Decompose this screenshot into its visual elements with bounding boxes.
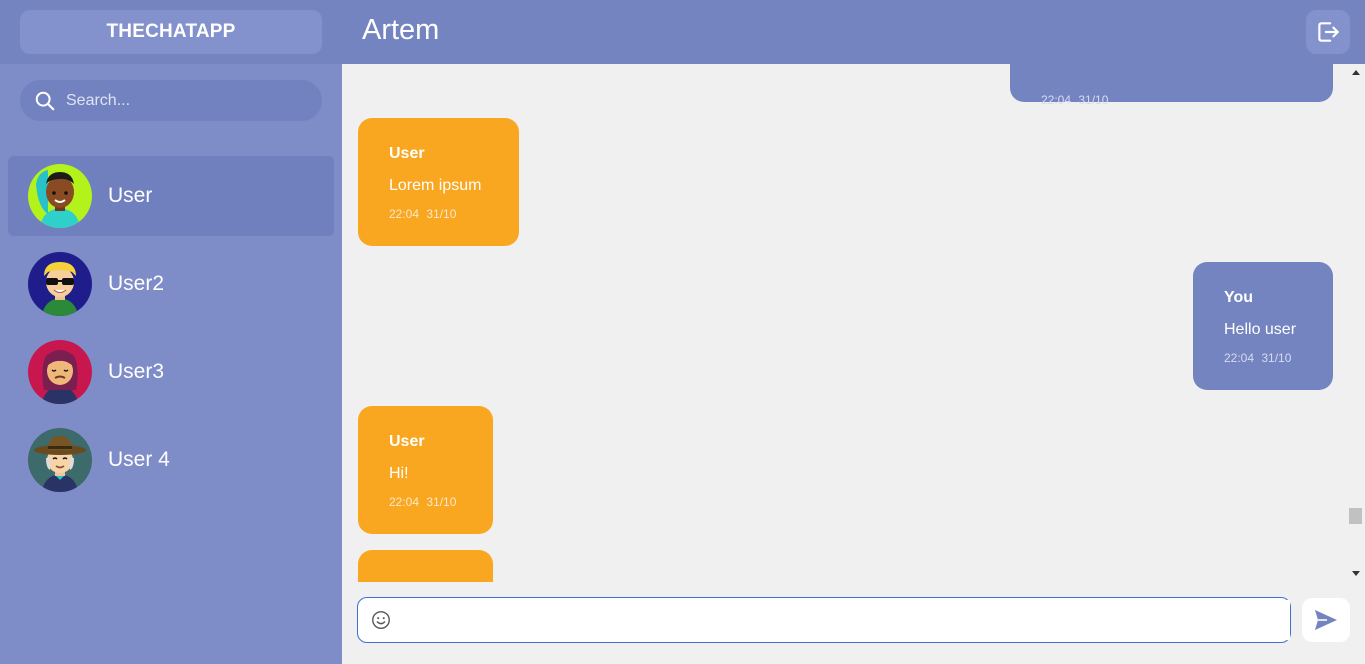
message-text: Hi! <box>389 465 409 482</box>
scroll-thumb[interactable] <box>1349 508 1362 524</box>
message-bubble-incoming <box>358 550 493 582</box>
contact-name: User2 <box>108 272 165 295</box>
message-input[interactable] <box>402 600 1290 640</box>
message-time: 22:04 31/10 <box>389 207 457 221</box>
contact-item-user2[interactable]: User2 <box>8 244 334 324</box>
message-bubble-incoming: User Lorem ipsum 22:04 31/10 <box>358 118 519 246</box>
contact-name: User <box>108 184 153 207</box>
avatar <box>28 252 92 316</box>
contact-name: User3 <box>108 360 165 383</box>
message-author: User <box>389 145 425 162</box>
sidebar-header: THECHATAPP <box>0 0 342 64</box>
logout-button[interactable] <box>1306 10 1350 54</box>
message-text: Hello user <box>1224 321 1297 338</box>
send-button[interactable] <box>1302 598 1350 642</box>
message-author: User <box>389 433 425 450</box>
message-composer <box>342 582 1365 664</box>
search-input[interactable] <box>66 91 306 110</box>
emoji-icon[interactable] <box>370 609 392 631</box>
contact-item-user[interactable]: User <box>8 156 334 236</box>
message-author: You <box>1224 289 1254 306</box>
send-icon <box>1315 610 1337 630</box>
message-bubble-incoming: User Hi! 22:04 31/10 <box>358 406 493 534</box>
contact-name: User 4 <box>108 448 170 471</box>
logout-icon <box>1318 22 1339 42</box>
sidebar: THECHATAPP User <box>0 0 342 664</box>
avatar <box>28 428 92 492</box>
chat-header: Artem <box>342 0 1365 64</box>
message-time: 22:04 31/10 <box>1224 351 1292 365</box>
message-scrollbar[interactable] <box>1348 64 1365 582</box>
message-input-box[interactable] <box>357 597 1291 643</box>
search-bar[interactable] <box>20 80 322 121</box>
contact-item-user-4[interactable]: User 4 <box>8 420 334 500</box>
message-list[interactable]: 22:04 31/10 User Lorem ipsum 22:04 31/10… <box>342 64 1365 582</box>
message-time: 22:04 31/10 <box>1041 93 1109 107</box>
chat-title: Artem <box>362 14 440 46</box>
contact-item-user3[interactable]: User3 <box>8 332 334 412</box>
avatar <box>28 164 92 228</box>
message-bubble-outgoing: You Hello user 22:04 31/10 <box>1193 262 1333 390</box>
avatar <box>28 340 92 404</box>
scroll-down-arrow-icon[interactable] <box>1352 571 1360 576</box>
scroll-up-arrow-icon[interactable] <box>1352 70 1360 75</box>
search-icon <box>35 91 55 110</box>
app-brand: THECHATAPP <box>20 10 322 54</box>
message-text: Lorem ipsum <box>389 177 482 194</box>
message-time: 22:04 31/10 <box>389 495 457 509</box>
message-bubble-outgoing: 22:04 31/10 <box>1010 64 1333 107</box>
